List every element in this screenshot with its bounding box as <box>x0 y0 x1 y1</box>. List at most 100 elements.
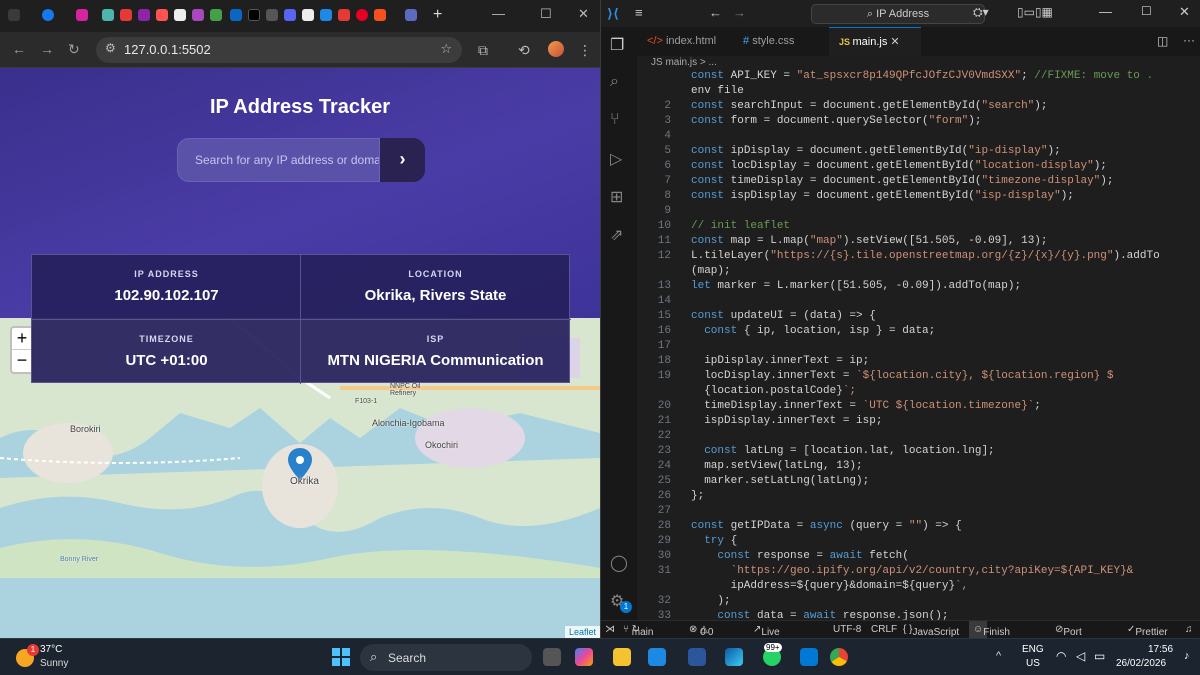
maximize-button[interactable]: ☐ <box>540 6 552 22</box>
tab-style-css[interactable]: # style.css <box>733 27 825 56</box>
tray-chevron-icon[interactable]: ^ <box>996 650 1001 662</box>
breadcrumb[interactable]: JS main.js > ... <box>651 57 717 68</box>
reload-icon[interactable]: ↻ <box>68 41 80 58</box>
weather-desc[interactable]: Sunny <box>40 658 68 669</box>
map-attribution[interactable]: Leaflet <box>564 626 600 638</box>
code-line[interactable]: const { ip, location, isp } = data; <box>691 325 935 337</box>
language-indicator[interactable]: ENG <box>1022 644 1044 655</box>
code-line[interactable]: let marker = L.marker([51.505, -0.09]).a… <box>691 280 1021 292</box>
finish-setup-button[interactable]: ☺ Finish Setup <box>969 621 1010 655</box>
tab-icon[interactable] <box>138 9 150 21</box>
forward-arrow-icon[interactable]: → <box>40 41 54 57</box>
tab-icon[interactable] <box>102 9 114 21</box>
instagram-tab-icon[interactable] <box>76 9 88 21</box>
tab-main-js[interactable]: JS main.js ✕ <box>829 27 921 56</box>
code-editor[interactable]: const API_KEY = "at_spsxcr8p149QPfcJOfzC… <box>637 70 1200 622</box>
minimize-button[interactable]: — <box>1099 4 1112 19</box>
code-line[interactable]: locDisplay.innerText = `${location.city}… <box>691 370 1113 382</box>
code-line[interactable]: const API_KEY = "at_spsxcr8p149QPfcJOfzC… <box>691 70 1153 82</box>
back-arrow-icon[interactable]: ← <box>12 41 26 57</box>
zoom-in-button[interactable]: + <box>12 328 32 350</box>
clock-time[interactable]: 17:56 <box>1148 644 1173 655</box>
live-server-port[interactable]: ⊘ Port : 5502 <box>1055 624 1086 660</box>
code-line[interactable]: const locDisplay = document.getElementBy… <box>691 160 1107 172</box>
git-branch-status[interactable]: ⑂ main ↻ <box>623 624 653 638</box>
notifications-bell-icon[interactable]: ♫ <box>1185 624 1193 635</box>
run-debug-icon[interactable]: ▷ <box>610 149 622 169</box>
problems-status[interactable]: ⊗ 0 △ 0 <box>689 624 713 638</box>
tab-search-icon[interactable] <box>8 9 20 21</box>
menu-icon[interactable]: ≡ <box>635 5 643 20</box>
vscode-taskbar-icon[interactable] <box>800 648 818 666</box>
code-line[interactable]: const ispDisplay = document.getElementBy… <box>691 190 1074 202</box>
windows-start-icon[interactable] <box>332 648 350 666</box>
github-tab-icon[interactable] <box>302 9 314 21</box>
back-arrow-icon[interactable]: ← <box>709 5 722 20</box>
copilot-icon[interactable]: ⛭▾ <box>973 5 989 20</box>
live-share-status[interactable]: ↗ Live Share <box>753 624 788 649</box>
x-tab-icon[interactable] <box>248 9 260 21</box>
code-line[interactable]: const map = L.map("map").setView([51.505… <box>691 235 1048 247</box>
code-line[interactable]: const ipDisplay = document.getElementByI… <box>691 145 1061 157</box>
code-line[interactable]: `https://geo.ipify.org/api/v2/country,ci… <box>691 565 1134 577</box>
maximize-button[interactable]: ☐ <box>1141 4 1152 18</box>
site-info-icon[interactable]: ⚙ <box>105 41 116 55</box>
tab-icon[interactable] <box>156 9 168 21</box>
wifi-icon[interactable]: ◠ <box>1056 649 1066 663</box>
sync-icon[interactable]: ⟲ <box>518 42 530 59</box>
extensions-icon[interactable]: ⊞ <box>610 187 623 207</box>
edge-icon[interactable] <box>725 648 743 666</box>
tab-icon[interactable] <box>266 9 278 21</box>
copilot-icon[interactable] <box>575 648 593 666</box>
code-line[interactable]: ); <box>691 595 730 607</box>
explorer-icon[interactable]: ❐ <box>610 35 624 55</box>
tab-icon[interactable] <box>338 9 350 21</box>
search-button[interactable]: › <box>380 138 425 182</box>
tab-icon[interactable] <box>374 9 386 21</box>
account-icon[interactable]: ◯ <box>610 553 628 573</box>
taskbar-search[interactable]: ⌕ Search <box>360 644 532 671</box>
minimize-button[interactable]: — <box>492 6 505 21</box>
eol-status[interactable]: CRLF <box>871 624 897 635</box>
code-line[interactable]: const form = document.querySelector("for… <box>691 115 981 127</box>
menu-dots-icon[interactable]: ⋮ <box>578 42 592 59</box>
clock-date[interactable]: 26/02/2026 <box>1116 658 1166 669</box>
code-line[interactable]: const latLng = [location.lat, location.l… <box>691 445 994 457</box>
discord-tab-icon[interactable] <box>284 9 296 21</box>
source-control-icon[interactable]: ⑂ <box>610 111 620 129</box>
code-line[interactable]: ipAddress=${query}&domain=${query}`, <box>691 580 969 592</box>
tab-icon[interactable] <box>192 9 204 21</box>
task-view-icon[interactable] <box>543 648 561 666</box>
volume-icon[interactable]: ◁ <box>1076 649 1085 663</box>
encoding-status[interactable]: UTF-8 <box>833 624 861 635</box>
battery-icon[interactable]: ▭ <box>1094 649 1105 663</box>
forward-arrow-icon[interactable]: → <box>733 5 746 20</box>
code-line[interactable]: const searchInput = document.getElementB… <box>691 100 1047 112</box>
tab-index-html[interactable]: </> index.html <box>637 27 729 56</box>
remote-explorer-icon[interactable]: ⇗ <box>610 225 623 245</box>
tab-icon[interactable] <box>405 9 417 21</box>
tab-icon[interactable] <box>320 9 332 21</box>
command-center[interactable]: ⌕ IP Address <box>811 4 985 24</box>
facebook-tab-icon[interactable] <box>42 9 54 21</box>
code-line[interactable]: const updateUI = (data) => { <box>691 310 876 322</box>
split-editor-icon[interactable]: ◫ <box>1157 34 1168 48</box>
code-line[interactable]: // init leaflet <box>691 220 790 232</box>
code-line[interactable]: ipDisplay.innerText = ip; <box>691 355 869 367</box>
region-indicator[interactable]: US <box>1026 658 1040 669</box>
tab-icon[interactable] <box>174 9 186 21</box>
close-button[interactable]: ✕ <box>578 6 589 22</box>
profile-avatar[interactable] <box>548 41 564 57</box>
word-icon[interactable] <box>688 648 706 666</box>
search-icon[interactable]: ⌕ <box>610 73 619 91</box>
pinterest-tab-icon[interactable] <box>356 9 368 21</box>
code-line[interactable]: }; <box>691 490 704 502</box>
url-text[interactable]: 127.0.0.1:5502 <box>124 42 211 57</box>
code-line[interactable]: map.setView(latLng, 13); <box>691 460 862 472</box>
youtube-tab-icon[interactable] <box>120 9 132 21</box>
zoom-out-button[interactable]: − <box>12 350 32 372</box>
code-line[interactable]: const getIPData = async (query = "") => … <box>691 520 962 532</box>
store-icon[interactable] <box>648 648 666 666</box>
extensions-icon[interactable]: ⧉ <box>478 42 488 59</box>
layout-icon[interactable]: ▯▭▯▦ <box>1017 5 1053 19</box>
